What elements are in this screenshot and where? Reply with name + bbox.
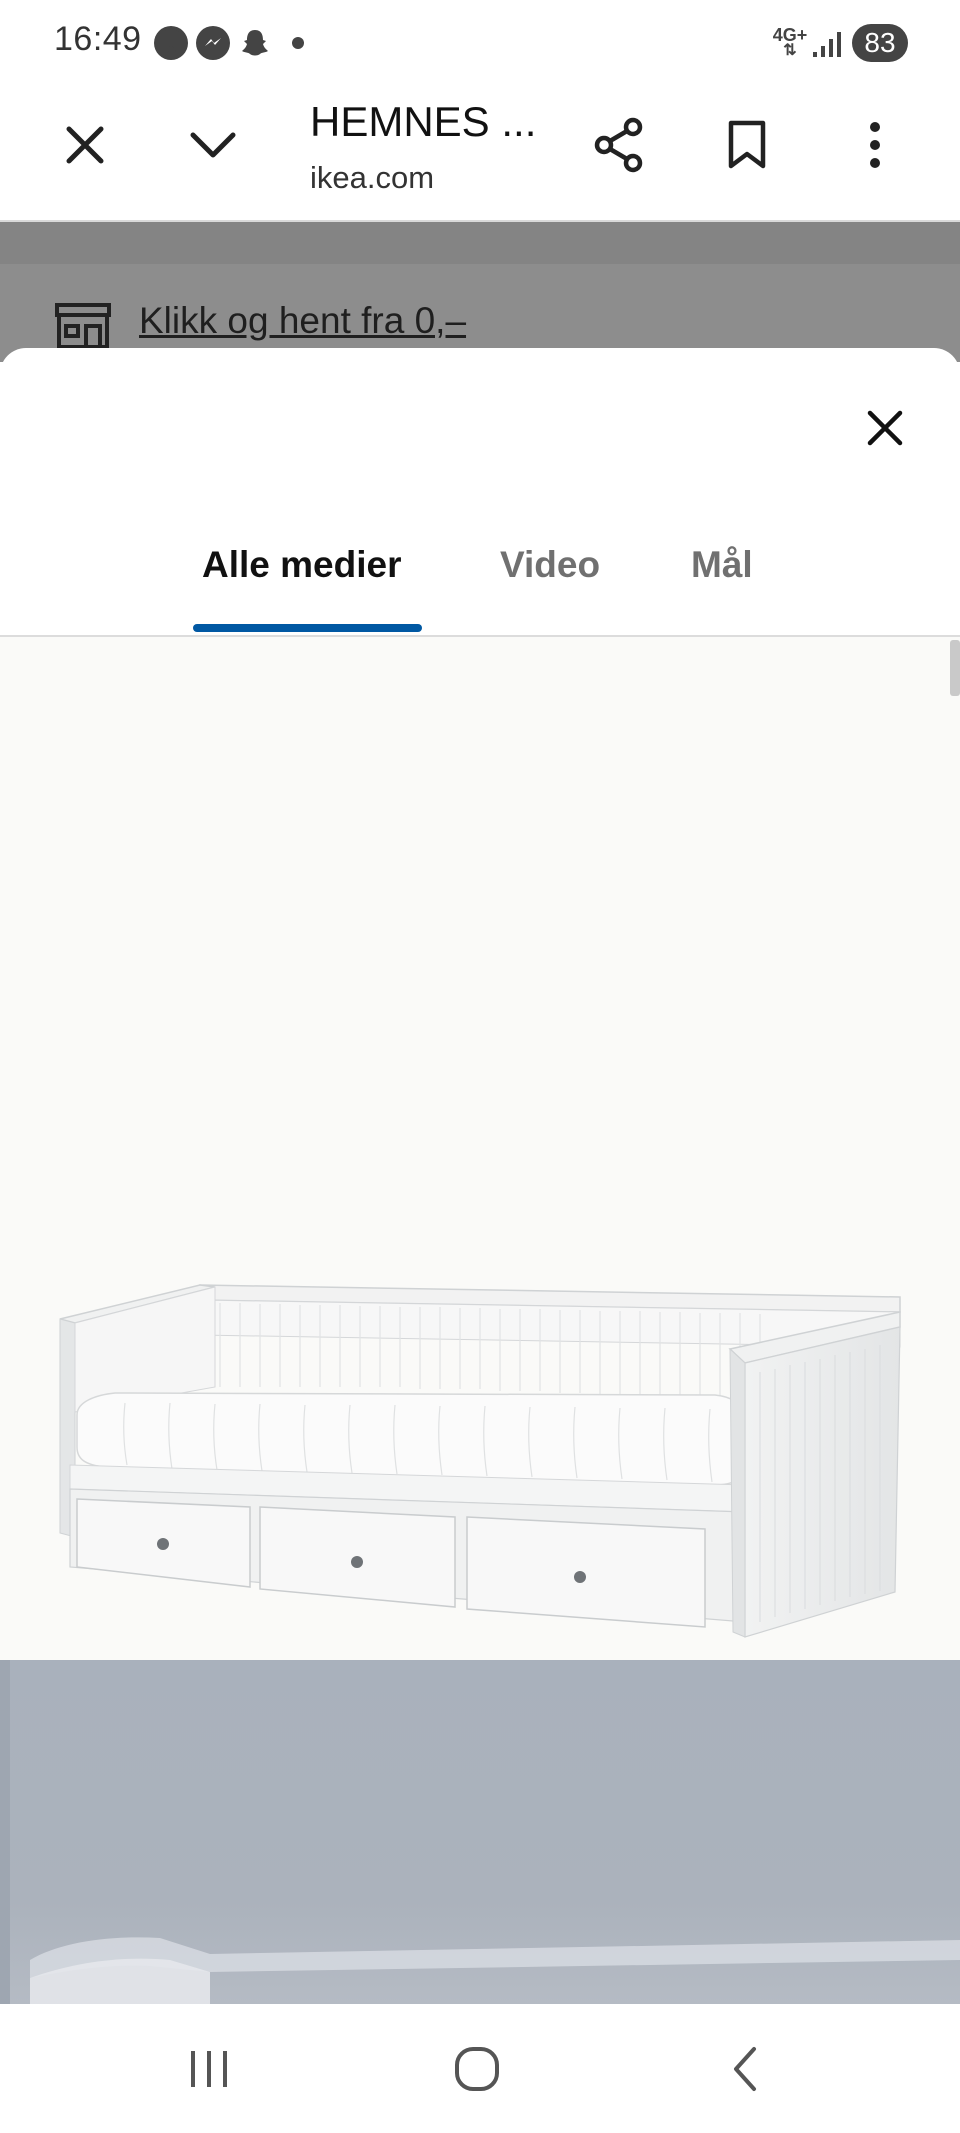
status-time: 16:49 [54,20,142,58]
close-tab-button[interactable] [50,110,120,180]
close-icon [66,126,104,164]
back-icon [734,2047,756,2091]
more-dot-icon [292,37,304,49]
recent-apps-button[interactable] [164,2024,254,2114]
store-icon [55,303,111,349]
messenger-icon [196,26,230,60]
click-collect-link[interactable]: Klikk og hent fra 0,– [139,300,466,342]
tab-dimensions[interactable]: Mål [691,544,753,586]
home-icon [455,2047,499,2091]
room-photo-graphic [0,1660,960,2004]
bookmark-button[interactable] [712,110,782,180]
close-icon [867,410,903,446]
system-nav-bar [0,2004,960,2133]
page-domain: ikea.com [310,160,435,195]
back-button[interactable] [700,2024,790,2114]
home-button[interactable] [432,2024,522,2114]
product-image-room[interactable] [0,1660,960,2004]
network-type-icon: 4G+ ⇅ [772,25,808,59]
page-backdrop-strip [0,222,960,264]
scrollbar-thumb[interactable] [950,640,960,696]
tab-video[interactable]: Video [500,544,600,586]
media-modal: Alle medier Video Mål [0,348,960,2004]
accessibility-icon [154,26,188,60]
status-bar: 16:49 4G+ ⇅ 83 [0,0,960,90]
battery-indicator: 83 [852,24,908,62]
chevron-down-icon [190,132,236,158]
media-gallery[interactable] [0,637,960,1660]
close-modal-button[interactable] [855,398,915,458]
more-options-button[interactable] [840,110,910,180]
recent-apps-icon [191,2051,227,2087]
product-image-daybed[interactable] [55,1167,905,1647]
signal-icon [813,32,841,57]
page-title: HEMNES ... [310,98,537,145]
tab-all-media[interactable]: Alle medier [202,544,401,586]
share-icon [594,117,643,173]
snapchat-icon [238,26,272,60]
share-button[interactable] [584,110,654,180]
active-tab-indicator [193,624,422,632]
bookmark-icon [728,120,766,169]
minimize-button[interactable] [178,110,248,180]
more-vert-icon [870,122,880,168]
